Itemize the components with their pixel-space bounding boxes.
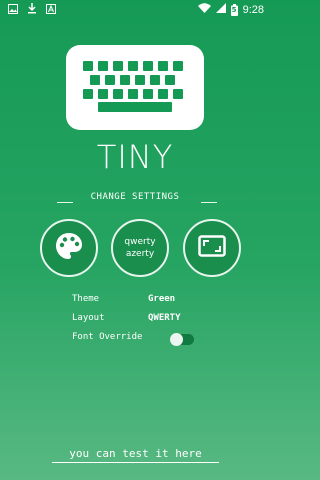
layout-button[interactable]: qwerty azerty xyxy=(111,219,169,277)
logo-key xyxy=(135,75,145,85)
section-divider-right xyxy=(201,202,217,203)
logo-key xyxy=(165,75,175,85)
aspect-ratio-icon xyxy=(198,235,226,261)
font-override-label: Font Override xyxy=(72,332,143,342)
settings-list: Theme Green Layout QWERTY Font Override xyxy=(72,294,212,351)
logo-key xyxy=(90,75,100,85)
download-icon xyxy=(27,3,37,17)
setting-layout: Layout QWERTY xyxy=(72,313,212,332)
logo-spacebar xyxy=(98,102,172,112)
theme-value: Green xyxy=(148,294,176,304)
battery-badge: 5 xyxy=(231,5,237,14)
status-bar: 5 9:28 xyxy=(0,0,270,18)
logo-key xyxy=(143,89,153,99)
image-icon xyxy=(8,3,18,17)
logo-key xyxy=(83,89,93,99)
signal-icon xyxy=(215,3,226,16)
section-title: CHANGE SETTINGS xyxy=(90,192,180,202)
theme-label: Theme xyxy=(72,294,100,304)
keyboard-logo-icon xyxy=(66,45,204,130)
status-bar-right: 5 9:28 xyxy=(197,3,264,16)
logo-key xyxy=(150,75,160,85)
font-size-button[interactable] xyxy=(183,219,241,277)
test-input[interactable] xyxy=(52,444,219,463)
logo-key xyxy=(113,61,123,71)
logo-key xyxy=(128,61,138,71)
logo-key xyxy=(158,89,168,99)
logo-key xyxy=(143,61,153,71)
setting-theme: Theme Green xyxy=(72,294,212,313)
setting-font-override: Font Override xyxy=(72,332,212,351)
status-time: 9:28 xyxy=(242,3,264,16)
font-override-toggle[interactable] xyxy=(170,333,194,346)
layout-option-azerty: azerty xyxy=(125,249,155,259)
layout-label: Layout xyxy=(72,313,105,323)
section-divider-left xyxy=(57,202,73,203)
logo-key xyxy=(173,61,183,71)
layout-value: QWERTY xyxy=(148,313,181,323)
logo-key xyxy=(120,75,130,85)
battery-icon: 5 xyxy=(230,3,238,16)
layout-button-label: qwerty azerty xyxy=(124,236,155,260)
logo-key xyxy=(173,89,183,99)
logo-key xyxy=(98,61,108,71)
a-icon xyxy=(46,3,56,17)
toggle-thumb xyxy=(170,333,183,346)
palette-icon xyxy=(54,231,84,265)
logo-key xyxy=(113,89,123,99)
logo-key xyxy=(83,61,93,71)
layout-option-qwerty: qwerty xyxy=(124,237,156,247)
theme-button[interactable] xyxy=(40,219,98,277)
logo-key xyxy=(105,75,115,85)
status-bar-left xyxy=(8,3,56,17)
logo-key xyxy=(98,89,108,99)
logo-key xyxy=(158,61,168,71)
wifi-icon xyxy=(197,3,211,16)
logo-key xyxy=(128,89,138,99)
section-header: CHANGE SETTINGS xyxy=(0,192,270,208)
app-title: TINY xyxy=(96,138,174,176)
